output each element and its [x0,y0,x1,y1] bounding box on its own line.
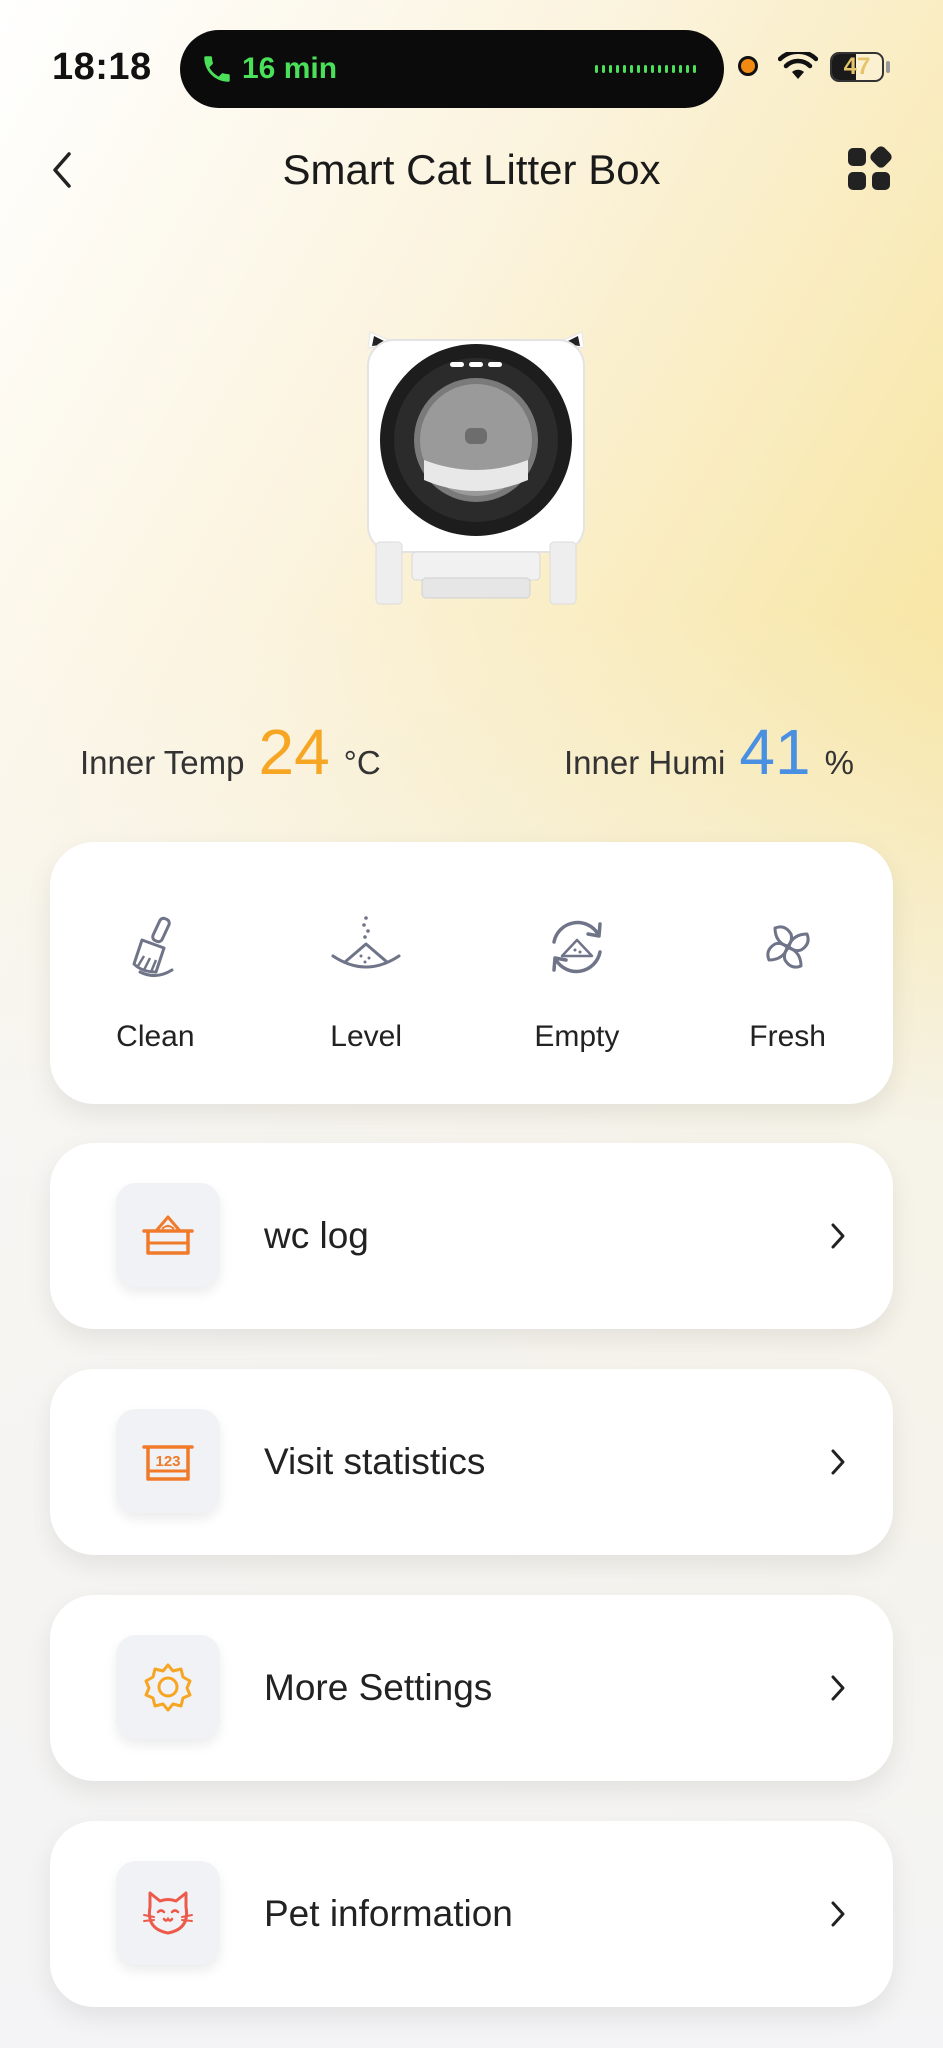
chevron-right-icon [831,1223,845,1249]
level-button[interactable]: Level [261,842,472,1104]
wifi-icon [778,52,818,79]
litter-box-device-image [367,331,585,605]
menu-item-wc-log[interactable]: wc log [50,1143,893,1329]
fan-icon [766,925,810,969]
chevron-right-icon [831,1901,845,1927]
menu-label-wc-log: wc log [264,1215,369,1256]
inner-temp-unit: °C [343,744,381,781]
page-title: Smart Cat Litter Box [282,146,661,193]
inner-humi-value: 41 [739,716,811,788]
menu-icon-tile [116,1635,220,1739]
menu-item-pet-information[interactable]: Pet information [50,1821,893,2007]
menu-item-more-settings[interactable]: More Settings [50,1595,893,1781]
grid-icon[interactable] [846,146,892,192]
clean-button[interactable]: Clean [50,842,261,1104]
menu-label-more-settings: More Settings [264,1667,493,1708]
battery-icon: 47 [830,52,884,82]
chevron-right-icon [831,1675,845,1701]
level-icon [331,916,401,969]
menu-icon-tile: 123 [116,1409,220,1513]
battery-level: 47 [843,53,871,80]
status-time: 18:18 [52,46,152,88]
menu-item-visit-statistics[interactable]: 123 Visit statistics [50,1369,893,1555]
clean-label: Clean [116,1020,195,1053]
menu-label-visit-statistics: Visit statistics [264,1441,486,1482]
quick-actions-card: Clean Level Empty Fresh [50,842,893,1104]
statistics-tray-icon: 123 [142,1445,194,1481]
inner-temp-label: Inner Temp [80,744,245,781]
litter-tray-icon [142,1215,194,1255]
chevron-right-icon [831,1449,845,1475]
inner-humi-label: Inner Humi [564,744,726,781]
statistics-icon-text: 123 [155,1453,180,1470]
inner-humi-unit: % [824,744,854,781]
empty-cycle-icon [552,920,602,974]
phone-icon [204,56,230,82]
settings-gear-icon [144,1663,192,1712]
battery-cap [886,61,890,73]
empty-button[interactable]: Empty [472,842,683,1104]
menu-icon-tile [116,1861,220,1965]
inner-humi-readout: Inner Humi 41 % [564,720,854,784]
broom-icon [132,916,174,977]
inner-temp-value: 24 [258,716,330,788]
call-waveform [595,65,696,73]
level-label: Level [330,1020,402,1053]
recording-indicator-icon [738,56,758,76]
inner-temp-readout: Inner Temp 24 °C [80,720,381,784]
call-duration: 16 min [242,52,338,85]
status-bar: 18:18 16 min 47 [0,0,943,120]
menu-label-pet-information: Pet information [264,1893,513,1934]
active-call-pill[interactable]: 16 min [180,30,724,108]
fresh-button[interactable]: Fresh [682,842,893,1104]
menu-icon-tile [116,1183,220,1287]
fresh-label: Fresh [749,1020,826,1053]
empty-label: Empty [534,1020,620,1053]
cat-face-icon [143,1891,193,1935]
